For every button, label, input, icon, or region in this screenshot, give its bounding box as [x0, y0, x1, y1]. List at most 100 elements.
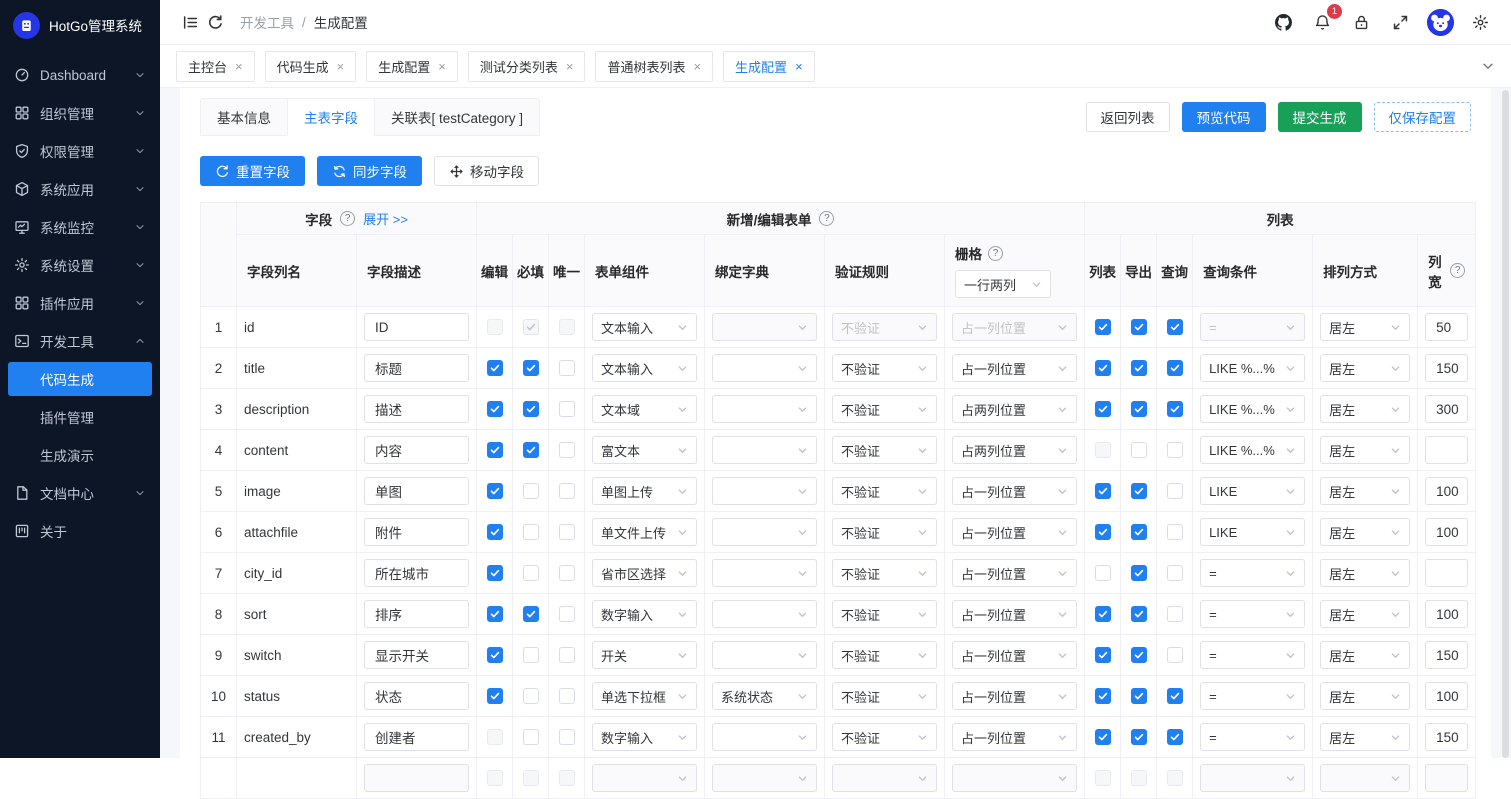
component-select[interactable]: 单选下拉框: [592, 682, 697, 710]
required-checkbox[interactable]: [523, 565, 539, 581]
list-checkbox[interactable]: [1095, 483, 1111, 499]
align-select[interactable]: [1320, 764, 1410, 792]
save-config-only-button[interactable]: 仅保存配置: [1374, 102, 1472, 132]
export-checkbox[interactable]: [1131, 770, 1147, 786]
list-checkbox[interactable]: [1095, 442, 1111, 458]
generator-tab-1[interactable]: 主表字段: [287, 98, 375, 136]
query-cond-select[interactable]: LIKE %...%: [1200, 395, 1305, 423]
width-input[interactable]: 100: [1425, 600, 1468, 628]
component-select[interactable]: 开关: [592, 641, 697, 669]
github-button[interactable]: [1271, 10, 1296, 35]
edit-checkbox[interactable]: [487, 688, 503, 704]
validate-select[interactable]: 不验证: [832, 682, 937, 710]
dict-select[interactable]: [712, 559, 817, 587]
grid-select[interactable]: 占一列位置: [952, 313, 1077, 341]
list-checkbox[interactable]: [1095, 401, 1111, 417]
align-select[interactable]: 居左: [1320, 477, 1410, 505]
fullscreen-button[interactable]: [1388, 10, 1413, 35]
width-input[interactable]: [1425, 764, 1468, 792]
validate-select[interactable]: 不验证: [832, 518, 937, 546]
sidebar-item-dashboard[interactable]: Dashboard: [0, 56, 160, 94]
query-cond-select[interactable]: =: [1200, 641, 1305, 669]
dict-select[interactable]: [712, 436, 817, 464]
export-checkbox[interactable]: [1131, 606, 1147, 622]
required-checkbox[interactable]: [523, 401, 539, 417]
notifications-button[interactable]: 1: [1310, 10, 1335, 35]
unique-checkbox[interactable]: [559, 483, 575, 499]
unique-checkbox[interactable]: [559, 524, 575, 540]
align-select[interactable]: 居左: [1320, 436, 1410, 464]
edit-checkbox[interactable]: [487, 524, 503, 540]
export-checkbox[interactable]: [1131, 401, 1147, 417]
user-avatar[interactable]: [1427, 9, 1454, 36]
query-checkbox[interactable]: [1167, 524, 1183, 540]
sidebar-item-org[interactable]: 组织管理: [0, 94, 160, 132]
align-select[interactable]: 居左: [1320, 600, 1410, 628]
query-checkbox[interactable]: [1167, 688, 1183, 704]
list-checkbox[interactable]: [1095, 524, 1111, 540]
width-input[interactable]: [1425, 436, 1468, 464]
list-checkbox[interactable]: [1095, 360, 1111, 376]
field-desc-input[interactable]: 标题: [364, 354, 469, 382]
query-cond-select[interactable]: =: [1200, 559, 1305, 587]
edit-checkbox[interactable]: [487, 647, 503, 663]
page-tab-0[interactable]: 主控台×: [176, 51, 255, 82]
page-scrollbar-thumb[interactable]: [1502, 90, 1509, 758]
grid-select[interactable]: 占一列位置: [952, 518, 1077, 546]
query-cond-select[interactable]: [1200, 764, 1305, 792]
edit-checkbox[interactable]: [487, 360, 503, 376]
export-checkbox[interactable]: [1131, 483, 1147, 499]
page-refresh-button[interactable]: [203, 10, 228, 35]
validate-select[interactable]: 不验证: [832, 354, 937, 382]
grid-select[interactable]: 占一列位置: [952, 641, 1077, 669]
edit-checkbox[interactable]: [487, 442, 503, 458]
unique-checkbox[interactable]: [559, 360, 575, 376]
tab-close-icon[interactable]: ×: [235, 60, 243, 73]
back-to-list-button[interactable]: 返回列表: [1086, 102, 1170, 132]
dict-select[interactable]: [712, 313, 817, 341]
sidebar-item-sys-app[interactable]: 系统应用: [0, 170, 160, 208]
submit-generate-button[interactable]: 提交生成: [1278, 102, 1362, 132]
validate-select[interactable]: 不验证: [832, 559, 937, 587]
export-checkbox[interactable]: [1131, 647, 1147, 663]
field-desc-input[interactable]: 内容: [364, 436, 469, 464]
component-select[interactable]: 文本输入: [592, 313, 697, 341]
required-checkbox[interactable]: [523, 688, 539, 704]
list-checkbox[interactable]: [1095, 606, 1111, 622]
page-tab-1[interactable]: 代码生成×: [265, 51, 357, 82]
help-icon[interactable]: ?: [988, 246, 1003, 261]
grid-select[interactable]: 占两列位置: [952, 395, 1077, 423]
breadcrumb-section[interactable]: 开发工具: [240, 12, 294, 32]
field-desc-input[interactable]: 单图: [364, 477, 469, 505]
tab-close-icon[interactable]: ×: [693, 60, 701, 73]
field-desc-input[interactable]: 状态: [364, 682, 469, 710]
validate-select[interactable]: 不验证: [832, 641, 937, 669]
dict-select[interactable]: [712, 600, 817, 628]
unique-checkbox[interactable]: [559, 729, 575, 745]
align-select[interactable]: 居左: [1320, 559, 1410, 587]
query-checkbox[interactable]: [1167, 729, 1183, 745]
dict-select[interactable]: [712, 477, 817, 505]
dict-select[interactable]: [712, 354, 817, 382]
preview-code-button[interactable]: 预览代码: [1182, 102, 1266, 132]
tab-close-icon[interactable]: ×: [795, 60, 803, 73]
generator-tab-0[interactable]: 基本信息: [200, 98, 288, 136]
edit-checkbox[interactable]: [487, 770, 503, 786]
sidebar-item-permission[interactable]: 权限管理: [0, 132, 160, 170]
query-cond-select[interactable]: =: [1200, 313, 1305, 341]
width-input[interactable]: [1425, 559, 1468, 587]
dict-select[interactable]: [712, 723, 817, 751]
grid-select[interactable]: 占一列位置: [952, 600, 1077, 628]
query-checkbox[interactable]: [1167, 360, 1183, 376]
page-tab-5[interactable]: 生成配置×: [723, 51, 815, 82]
component-select[interactable]: 省市区选择: [592, 559, 697, 587]
align-select[interactable]: 居左: [1320, 682, 1410, 710]
field-desc-input[interactable]: 排序: [364, 600, 469, 628]
component-select[interactable]: 数字输入: [592, 723, 697, 751]
edit-checkbox[interactable]: [487, 483, 503, 499]
required-checkbox[interactable]: [523, 524, 539, 540]
validate-select[interactable]: 不验证: [832, 395, 937, 423]
sync-fields-button[interactable]: 同步字段: [317, 156, 422, 186]
unique-checkbox[interactable]: [559, 606, 575, 622]
export-checkbox[interactable]: [1131, 319, 1147, 335]
